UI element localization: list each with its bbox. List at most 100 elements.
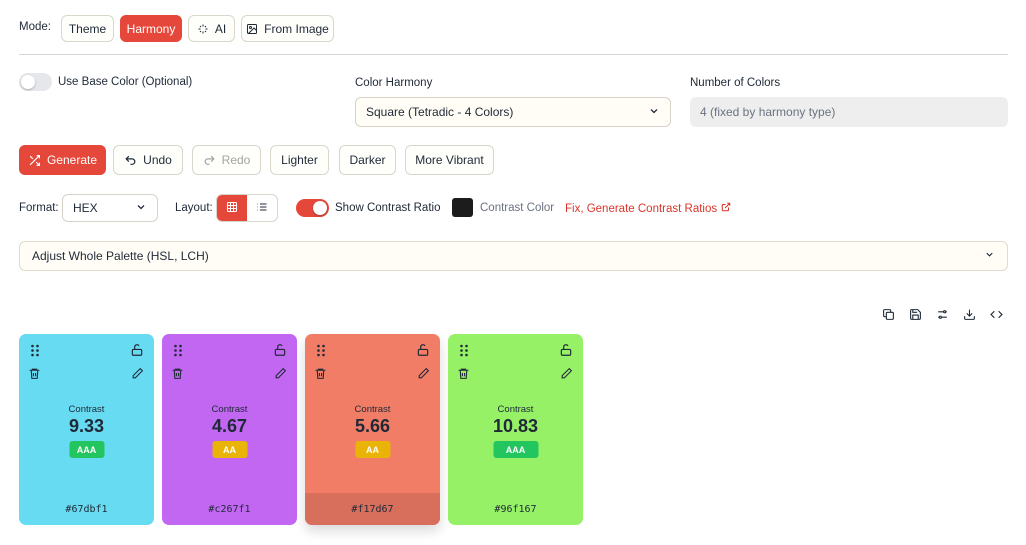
harmony-select[interactable]: Square (Tetradic - 4 Colors) — [355, 97, 671, 127]
edit-icon[interactable] — [274, 367, 287, 383]
drag-handle-icon[interactable] — [459, 344, 469, 360]
contrast-ratio: 10.83 — [492, 416, 539, 436]
unlock-icon[interactable] — [130, 343, 144, 360]
color-card[interactable]: Contrast 10.83 AAA #96f167 — [448, 334, 583, 525]
edit-icon[interactable] — [131, 367, 144, 383]
code-icon[interactable] — [988, 306, 1004, 322]
format-select[interactable]: HEX — [62, 194, 158, 222]
divider — [19, 54, 1008, 55]
undo-label: Undo — [143, 153, 172, 167]
format-label: Format: — [19, 202, 59, 214]
darker-label: Darker — [349, 153, 386, 167]
toggle-knob — [313, 201, 327, 215]
mode-ai-button[interactable]: AI — [188, 15, 235, 42]
chevron-down-icon — [135, 201, 147, 216]
undo-button[interactable]: Undo — [113, 145, 183, 175]
contrast-label: Contrast — [211, 404, 248, 415]
contrast-label: Contrast — [68, 404, 105, 415]
contrast-rating-badge: AA — [355, 441, 390, 458]
harmony-label: Color Harmony — [355, 77, 433, 89]
adjust-palette-accordion[interactable]: Adjust Whole Palette (HSL, LCH) — [19, 241, 1008, 271]
lighter-label: Lighter — [281, 153, 318, 167]
unlock-icon[interactable] — [416, 343, 430, 360]
show-contrast-toggle[interactable] — [296, 199, 329, 217]
redo-button[interactable]: Redo — [192, 145, 261, 175]
edit-icon[interactable] — [417, 367, 430, 383]
sparkles-icon — [197, 23, 209, 35]
chevron-down-icon — [648, 105, 660, 120]
redo-label: Redo — [221, 153, 251, 167]
contrast-color-label: Contrast Color — [480, 202, 555, 214]
adjust-palette-label: Adjust Whole Palette (HSL, LCH) — [32, 249, 209, 263]
list-icon — [256, 201, 268, 216]
base-color-toggle[interactable] — [19, 73, 52, 91]
copy-icon[interactable] — [880, 306, 896, 322]
mode-theme-button[interactable]: Theme — [61, 15, 114, 42]
mode-ai-label: AI — [214, 21, 227, 36]
contrast-ratio: 9.33 — [68, 416, 105, 436]
external-link-icon — [721, 202, 731, 215]
unlock-icon[interactable] — [559, 343, 573, 360]
layout-toggle — [216, 194, 278, 222]
mode-theme-label: Theme — [68, 21, 107, 36]
color-card[interactable]: Contrast 9.33 AAA #67dbf1 — [19, 334, 154, 525]
trash-icon[interactable] — [28, 367, 41, 383]
lighter-button[interactable]: Lighter — [270, 145, 329, 175]
contrast-rating-badge: AA — [212, 441, 247, 458]
contrast-ratio: 5.66 — [354, 416, 391, 436]
redo-icon — [203, 154, 216, 167]
num-colors-field: 4 (fixed by harmony type) — [690, 97, 1008, 127]
mode-harmony-label: Harmony — [126, 21, 176, 36]
undo-icon — [124, 154, 137, 167]
trash-icon[interactable] — [457, 367, 470, 383]
contrast-label: Contrast — [354, 404, 391, 415]
palette-toolbar — [880, 306, 1004, 322]
contrast-ratio: 4.67 — [211, 416, 248, 436]
sliders-icon[interactable] — [934, 306, 950, 322]
shuffle-icon — [28, 154, 41, 167]
chevron-down-icon — [984, 249, 995, 263]
show-contrast-label: Show Contrast Ratio — [335, 202, 441, 214]
unlock-icon[interactable] — [273, 343, 287, 360]
num-colors-placeholder: 4 (fixed by harmony type) — [700, 105, 836, 119]
trash-icon[interactable] — [171, 367, 184, 383]
hex-value[interactable]: #c267f1 — [162, 493, 297, 525]
generate-label: Generate — [46, 153, 98, 167]
hex-value[interactable]: #67dbf1 — [19, 493, 154, 525]
download-icon[interactable] — [961, 306, 977, 322]
format-value: HEX — [73, 201, 98, 215]
fix-contrast-link[interactable]: Fix, Generate Contrast Ratios — [565, 202, 731, 215]
image-icon — [246, 23, 258, 35]
contrast-rating-badge: AAA — [493, 441, 538, 458]
contrast-label: Contrast — [497, 404, 534, 415]
color-card[interactable]: Contrast 5.66 AA #f17d67 — [305, 334, 440, 525]
drag-handle-icon[interactable] — [30, 344, 40, 360]
hex-value[interactable]: #f17d67 — [305, 493, 440, 525]
fix-contrast-label: Fix, Generate Contrast Ratios — [565, 202, 718, 215]
layout-grid-button[interactable] — [217, 195, 247, 221]
color-card[interactable]: Contrast 4.67 AA #c267f1 — [162, 334, 297, 525]
layout-list-button[interactable] — [247, 195, 277, 221]
save-icon[interactable] — [907, 306, 923, 322]
trash-icon[interactable] — [314, 367, 327, 383]
generate-button[interactable]: Generate — [19, 145, 106, 175]
darker-button[interactable]: Darker — [339, 145, 396, 175]
mode-from-image-button[interactable]: From Image — [241, 15, 334, 42]
hex-value[interactable]: #96f167 — [448, 493, 583, 525]
harmony-value: Square (Tetradic - 4 Colors) — [366, 105, 514, 119]
mode-from-image-label: From Image — [264, 21, 329, 36]
grid-icon — [226, 201, 238, 216]
mode-label: Mode: — [19, 21, 51, 33]
mode-harmony-button[interactable]: Harmony — [120, 15, 182, 42]
edit-icon[interactable] — [560, 367, 573, 383]
more-vibrant-label: More Vibrant — [415, 153, 484, 167]
layout-label: Layout: — [175, 202, 213, 214]
base-color-label: Use Base Color (Optional) — [58, 76, 193, 88]
contrast-color-swatch[interactable] — [452, 198, 473, 217]
contrast-rating-badge: AAA — [69, 441, 104, 458]
drag-handle-icon[interactable] — [316, 344, 326, 360]
drag-handle-icon[interactable] — [173, 344, 183, 360]
num-colors-label: Number of Colors — [690, 77, 781, 89]
more-vibrant-button[interactable]: More Vibrant — [405, 145, 494, 175]
toggle-knob — [21, 75, 35, 89]
